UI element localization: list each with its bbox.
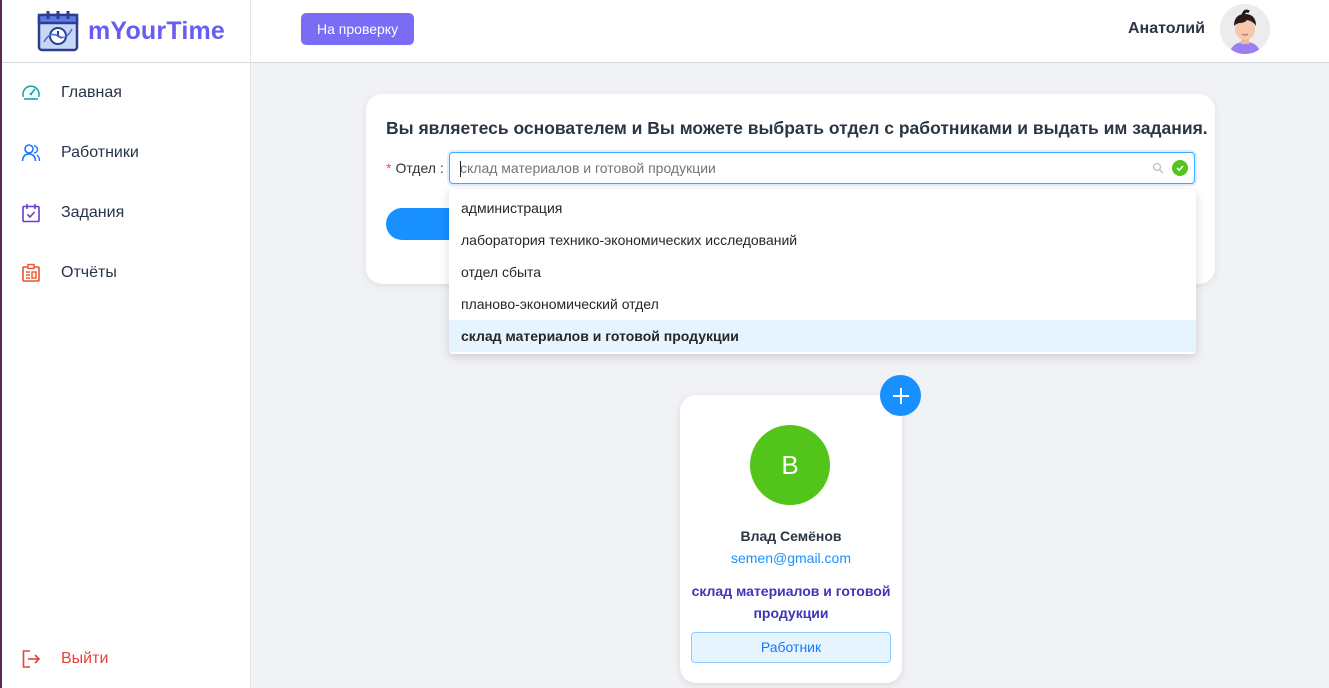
reports-icon <box>20 262 42 284</box>
avatar[interactable] <box>1220 4 1270 54</box>
review-button[interactable]: На проверку <box>301 13 415 45</box>
calendar-check-icon <box>20 202 42 224</box>
department-label: * Отдел : <box>386 160 444 176</box>
sidebar-item-home[interactable]: Главная <box>20 82 122 104</box>
worker-role-badge: Работник <box>691 632 891 663</box>
dropdown-option[interactable]: планово-экономический отдел <box>449 288 1196 320</box>
sidebar-item-label: Работники <box>61 144 139 161</box>
user-avatar-icon <box>1220 4 1270 54</box>
dropdown-option[interactable]: лаборатория технико-экономических исслед… <box>449 224 1196 256</box>
sidebar: mYourTime Главная Работники Задания Отчё… <box>0 0 251 688</box>
department-label-text: Отдел : <box>395 160 444 176</box>
form-title: Вы являетесь основателем и Вы можете выб… <box>386 118 1208 138</box>
search-icon <box>1152 162 1164 174</box>
required-mark: * <box>386 160 392 176</box>
dropdown-option[interactable]: отдел сбыта <box>449 256 1196 288</box>
dashboard-icon <box>20 82 42 104</box>
department-search-input[interactable] <box>460 160 1140 176</box>
worker-name: Влад Семёнов <box>740 528 842 544</box>
add-worker-button[interactable] <box>880 375 921 416</box>
dropdown-option[interactable]: администрация <box>449 192 1196 224</box>
sidebar-item-workers[interactable]: Работники <box>20 142 139 164</box>
calendar-logo-icon <box>37 11 79 52</box>
logout-label: Выйти <box>61 650 109 667</box>
text-caret <box>460 161 461 177</box>
department-dropdown: администрация лаборатория технико-эконом… <box>449 189 1196 354</box>
app-name: mYourTime <box>88 16 226 45</box>
dropdown-option-selected[interactable]: склад материалов и готовой продукции <box>449 320 1196 352</box>
check-circle-icon <box>1172 160 1188 176</box>
users-icon <box>20 142 42 164</box>
worker-avatar: В <box>750 425 830 505</box>
department-select[interactable] <box>449 152 1195 184</box>
sidebar-item-reports[interactable]: Отчёты <box>20 262 117 284</box>
logout-icon <box>20 648 42 670</box>
sidebar-item-label: Главная <box>61 84 122 101</box>
plus-icon <box>892 387 909 404</box>
worker-department: склад материалов и готовой продукции <box>691 583 891 621</box>
logo[interactable]: mYourTime <box>2 0 250 63</box>
top-header: На проверку Анатолий <box>251 0 1329 63</box>
sidebar-item-label: Задания <box>61 204 125 221</box>
worker-email[interactable]: semen@gmail.com <box>680 550 902 566</box>
sidebar-item-label: Отчёты <box>61 264 117 281</box>
worker-card[interactable]: В Влад Семёнов semen@gmail.com склад мат… <box>680 395 902 683</box>
user-name[interactable]: Анатолий <box>1128 20 1205 38</box>
logout-button[interactable]: Выйти <box>20 648 108 670</box>
sidebar-item-tasks[interactable]: Задания <box>20 202 124 224</box>
